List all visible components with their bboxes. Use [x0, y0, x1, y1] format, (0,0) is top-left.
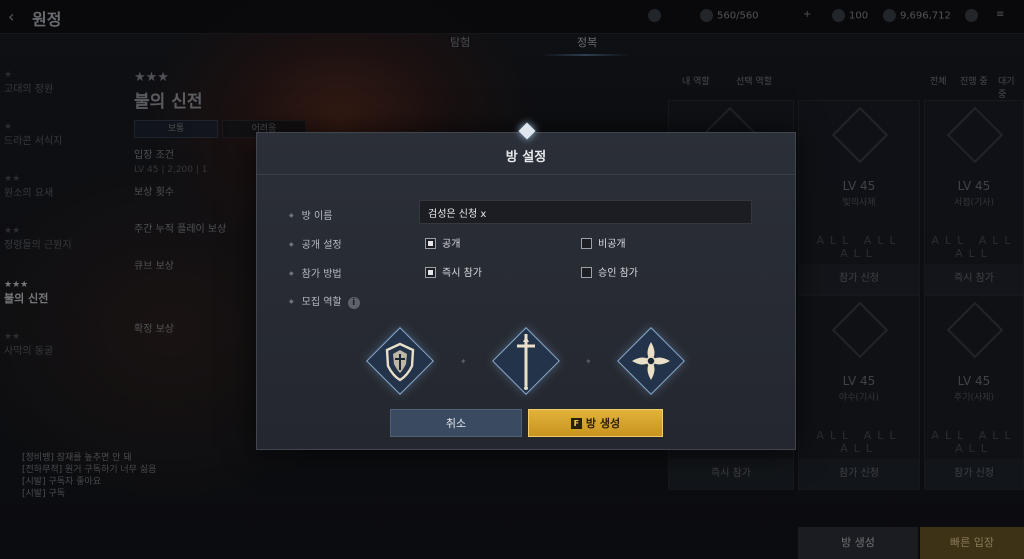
recruit-role-label: 모집 역할i: [289, 293, 360, 309]
room-name-input[interactable]: [419, 200, 752, 224]
visibility-label: 공개 설정: [289, 236, 342, 251]
info-icon[interactable]: i: [347, 297, 360, 309]
private-option[interactable]: 비공개: [581, 235, 626, 250]
instant-join-checkbox[interactable]: [425, 267, 436, 278]
dialog-title: 방 설정: [505, 150, 547, 165]
create-room-button[interactable]: F방 생성: [528, 409, 663, 437]
role-support[interactable]: [617, 327, 685, 395]
separator-icon: ✦: [585, 357, 592, 366]
private-checkbox[interactable]: [581, 238, 592, 249]
public-option[interactable]: 공개: [425, 235, 460, 250]
role-healer[interactable]: [366, 327, 434, 395]
star-blade-icon: [632, 342, 670, 380]
sword-icon: [517, 334, 535, 390]
role-dealer[interactable]: [492, 327, 560, 395]
room-settings-dialog: 방 설정 방 이름 공개 설정 공개 비공개 참가 방법 즉시 참가 승인 참가…: [256, 122, 796, 450]
separator-icon: ✦: [460, 357, 467, 366]
healer-shield-icon: [385, 342, 415, 382]
public-checkbox[interactable]: [425, 238, 436, 249]
cancel-button[interactable]: 취소: [390, 409, 522, 437]
approval-join-checkbox[interactable]: [581, 267, 592, 278]
f-key-icon: F: [570, 418, 582, 429]
join-method-label: 참가 방법: [289, 265, 342, 280]
dialog-header: 방 설정: [257, 133, 795, 175]
approval-join-option[interactable]: 승인 참가: [581, 264, 638, 279]
instant-join-option[interactable]: 즉시 참가: [425, 264, 482, 279]
room-name-label: 방 이름: [289, 207, 333, 222]
